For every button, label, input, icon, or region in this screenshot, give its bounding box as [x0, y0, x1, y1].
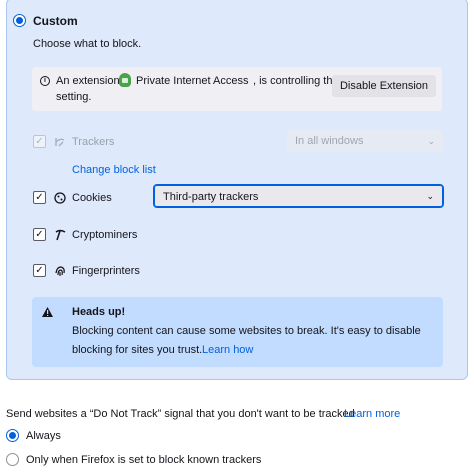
warning-icon	[42, 307, 53, 317]
trackers-label: Trackers	[72, 136, 115, 148]
change-block-list-link[interactable]: Change block list	[72, 164, 156, 176]
cookie-icon	[54, 192, 66, 204]
trackers-select[interactable]: In all windows ⌄	[287, 130, 443, 152]
dnt-learn-more-link[interactable]: Learn more	[344, 408, 400, 420]
custom-radio[interactable]	[13, 14, 26, 27]
cookies-select-value: Third-party trackers	[163, 191, 259, 203]
heads-up-title: Heads up!	[72, 306, 126, 318]
cookies-checkbox[interactable]: ✓	[33, 191, 46, 204]
chevron-down-icon: ⌄	[427, 136, 435, 146]
learn-how-link[interactable]: Learn how	[202, 344, 253, 356]
extension-icon	[119, 73, 131, 87]
dnt-always-label: Always	[26, 430, 61, 442]
cookies-label: Cookies	[72, 192, 112, 204]
extension-name: Private Internet Access	[136, 75, 249, 87]
heads-up-line2: blocking for sites you trust.	[72, 344, 203, 356]
disable-extension-button[interactable]: Disable Extension	[332, 75, 436, 97]
dnt-only-when-label: Only when Firefox is set to block known …	[26, 454, 262, 466]
cryptominers-checkbox[interactable]: ✓	[33, 228, 46, 241]
trackers-checkbox[interactable]: ✓	[33, 135, 46, 148]
cookies-select[interactable]: Third-party trackers ⌄	[153, 184, 444, 208]
info-icon: i	[40, 76, 50, 86]
fingerprinters-label: Fingerprinters	[72, 265, 140, 277]
dnt-only-when-radio[interactable]	[6, 453, 19, 466]
custom-title: Custom	[33, 14, 78, 28]
fingerprinters-checkbox[interactable]: ✓	[33, 264, 46, 277]
extension-notice-prefix: An extension,	[56, 75, 123, 87]
dnt-label: Send websites a “Do Not Track” signal th…	[6, 408, 355, 420]
heads-up-line1: Blocking content can cause some websites…	[72, 325, 421, 337]
heads-up-notice: Heads up! Blocking content can cause som…	[32, 297, 443, 367]
custom-blocking-panel: Custom Choose what to block. i An extens…	[6, 0, 468, 380]
dnt-always-radio[interactable]	[6, 429, 19, 442]
fingerprint-icon	[55, 266, 65, 276]
custom-subtitle: Choose what to block.	[33, 38, 142, 50]
chevron-down-icon: ⌄	[426, 191, 434, 201]
extension-notice-suffix: , is controlling this	[253, 75, 341, 87]
trackers-select-value: In all windows	[295, 135, 364, 147]
extension-notice: i An extension, Private Internet Access …	[32, 67, 442, 111]
cryptominers-label: Cryptominers	[72, 229, 138, 241]
extension-notice-line2: setting.	[56, 91, 92, 103]
cryptominer-icon	[55, 229, 66, 241]
trackers-icon	[55, 138, 65, 147]
